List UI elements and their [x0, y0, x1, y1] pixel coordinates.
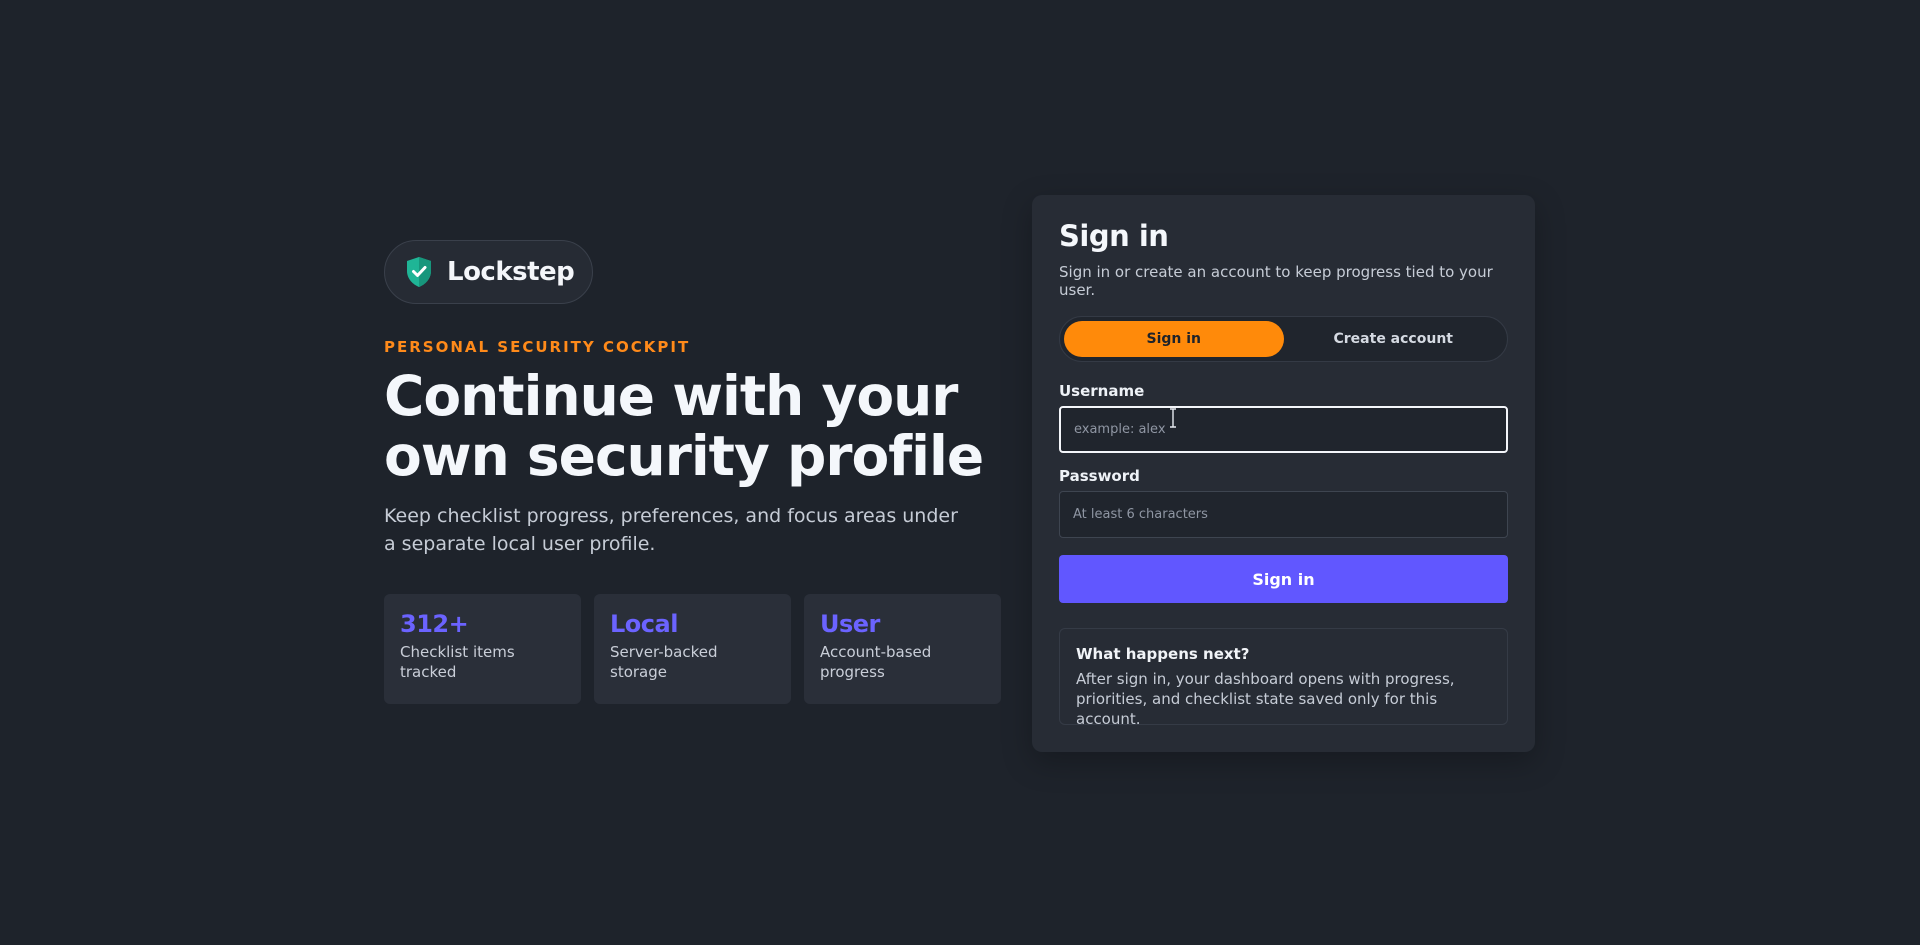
info-box: What happens next? After sign in, your d…: [1059, 628, 1508, 728]
tab-create-account[interactable]: Create account: [1284, 321, 1504, 357]
auth-title: Sign in: [1059, 219, 1169, 253]
auth-card: Sign in Sign in or create an account to …: [1032, 195, 1535, 752]
shield-check-icon: [407, 257, 431, 287]
stats-row: 312+ Checklist items tracked Local Serve…: [384, 594, 1004, 704]
hero-description: Keep checklist progress, preferences, an…: [384, 505, 958, 555]
info-title: What happens next?: [1076, 645, 1250, 663]
username-input[interactable]: [1059, 406, 1508, 453]
hero-eyebrow: PERSONAL SECURITY COCKPIT: [384, 338, 691, 356]
info-body: After sign in, your dashboard opens with…: [1076, 670, 1455, 728]
stat-label: Server-backed storage: [610, 643, 718, 681]
stat-label: Checklist items tracked: [400, 643, 515, 681]
hero-headline-line2: own security profile: [384, 424, 984, 488]
stat-value: Local: [610, 610, 678, 638]
tab-sign-in[interactable]: Sign in: [1064, 321, 1284, 357]
sign-in-button[interactable]: Sign in: [1059, 555, 1508, 603]
auth-subtitle: Sign in or create an account to keep pro…: [1059, 263, 1493, 299]
stat-card-storage: Local Server-backed storage: [594, 594, 791, 704]
stat-value: User: [820, 610, 880, 638]
stat-card-checklist: 312+ Checklist items tracked: [384, 594, 581, 704]
brand-badge: Lockstep: [384, 240, 594, 304]
stat-card-user: User Account-based progress: [804, 594, 1001, 704]
stat-label: Account-based progress: [820, 643, 932, 681]
stat-value: 312+: [400, 610, 469, 638]
hero-headline: Continue with your own security profile: [384, 366, 1004, 486]
hero-headline-line1: Continue with your: [384, 364, 958, 428]
auth-mode-toggle: Sign in Create account: [1059, 316, 1508, 362]
password-label: Password: [1059, 467, 1140, 485]
hero-section: Lockstep PERSONAL SECURITY COCKPIT Conti…: [384, 240, 1004, 704]
brand-name: Lockstep: [447, 257, 575, 287]
password-input[interactable]: [1059, 491, 1508, 538]
login-page: Lockstep PERSONAL SECURITY COCKPIT Conti…: [0, 0, 1920, 945]
username-label: Username: [1059, 382, 1145, 400]
